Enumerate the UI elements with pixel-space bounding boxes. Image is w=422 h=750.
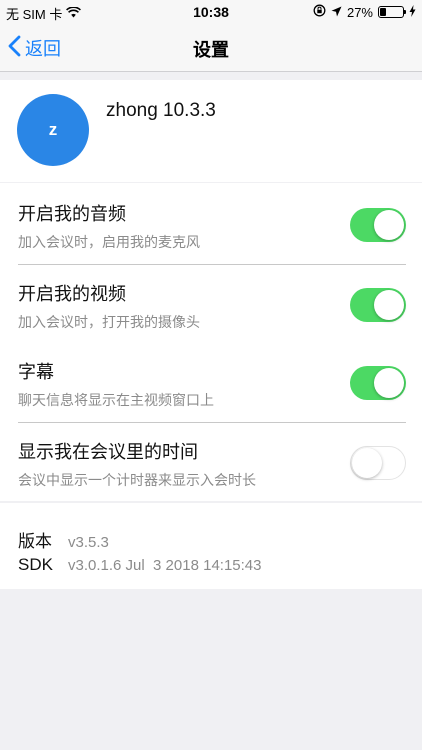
orientation-lock-icon — [313, 4, 326, 20]
status-right: 27% — [313, 4, 416, 20]
version-value: v3.5.3 — [68, 534, 109, 551]
username: zhong 10.3.3 — [106, 100, 216, 121]
setting-row-audio: 开启我的音频 加入会议时，启用我的麦克风 — [0, 185, 422, 265]
battery-percent: 27% — [346, 4, 373, 20]
toggle-knob — [352, 448, 382, 478]
location-icon — [331, 5, 342, 20]
charging-bolt-icon — [409, 4, 416, 20]
settings-screen: 无 SIM 卡 10:38 27% 返回 设置 z zhong 10.3.3 开… — [0, 0, 422, 750]
audio-toggle[interactable] — [350, 208, 406, 242]
setting-description: 聊天信息将显示在主视频窗口上 — [18, 392, 214, 408]
media-settings-section: 开启我的音频 加入会议时，启用我的麦克风 开启我的视频 加入会议时，打开我的摄像… — [0, 183, 422, 346]
version-section: 版本 v3.5.3 SDK v3.0.1.6 Jul 3 2018 14:15:… — [0, 503, 422, 589]
meeting-timer-toggle[interactable] — [350, 446, 406, 480]
battery-icon — [378, 6, 406, 18]
status-bar: 无 SIM 卡 10:38 27% — [0, 0, 422, 24]
subtitles-toggle[interactable] — [350, 366, 406, 400]
setting-title: 显示我在会议里的时间 — [18, 442, 198, 462]
setting-row-video: 开启我的视频 加入会议时，打开我的摄像头 — [0, 265, 422, 345]
toggle-knob — [374, 210, 404, 240]
display-settings-section: 字幕 聊天信息将显示在主视频窗口上 显示我在会议里的时间 会议中显示一个计时器来… — [0, 343, 422, 501]
setting-description: 会议中显示一个计时器来显示入会时长 — [18, 472, 256, 488]
setting-title: 开启我的音频 — [18, 204, 126, 224]
setting-title: 字幕 — [18, 362, 54, 382]
setting-title: 开启我的视频 — [18, 284, 126, 304]
video-toggle[interactable] — [350, 288, 406, 322]
toggle-knob — [374, 368, 404, 398]
sdk-value: v3.0.1.6 Jul 3 2018 14:15:43 — [68, 557, 262, 574]
version-label: 版本 — [18, 532, 52, 551]
page-title: 设置 — [193, 40, 229, 60]
navigation-bar: 返回 设置 — [0, 24, 422, 72]
setting-row-meeting-timer: 显示我在会议里的时间 会议中显示一个计时器来显示入会时长 — [0, 423, 422, 503]
battery-fill — [380, 8, 386, 16]
setting-description: 加入会议时，打开我的摄像头 — [18, 314, 200, 330]
setting-description: 加入会议时，启用我的麦克风 — [18, 234, 200, 250]
profile-section[interactable]: z zhong 10.3.3 — [0, 80, 422, 182]
version-row: 版本 v3.5.3 — [18, 527, 109, 552]
setting-row-subtitles: 字幕 聊天信息将显示在主视频窗口上 — [0, 343, 422, 423]
avatar: z — [17, 94, 89, 166]
sdk-row: SDK v3.0.1.6 Jul 3 2018 14:15:43 — [18, 555, 261, 575]
sdk-label: SDK — [18, 555, 53, 574]
toggle-knob — [374, 290, 404, 320]
